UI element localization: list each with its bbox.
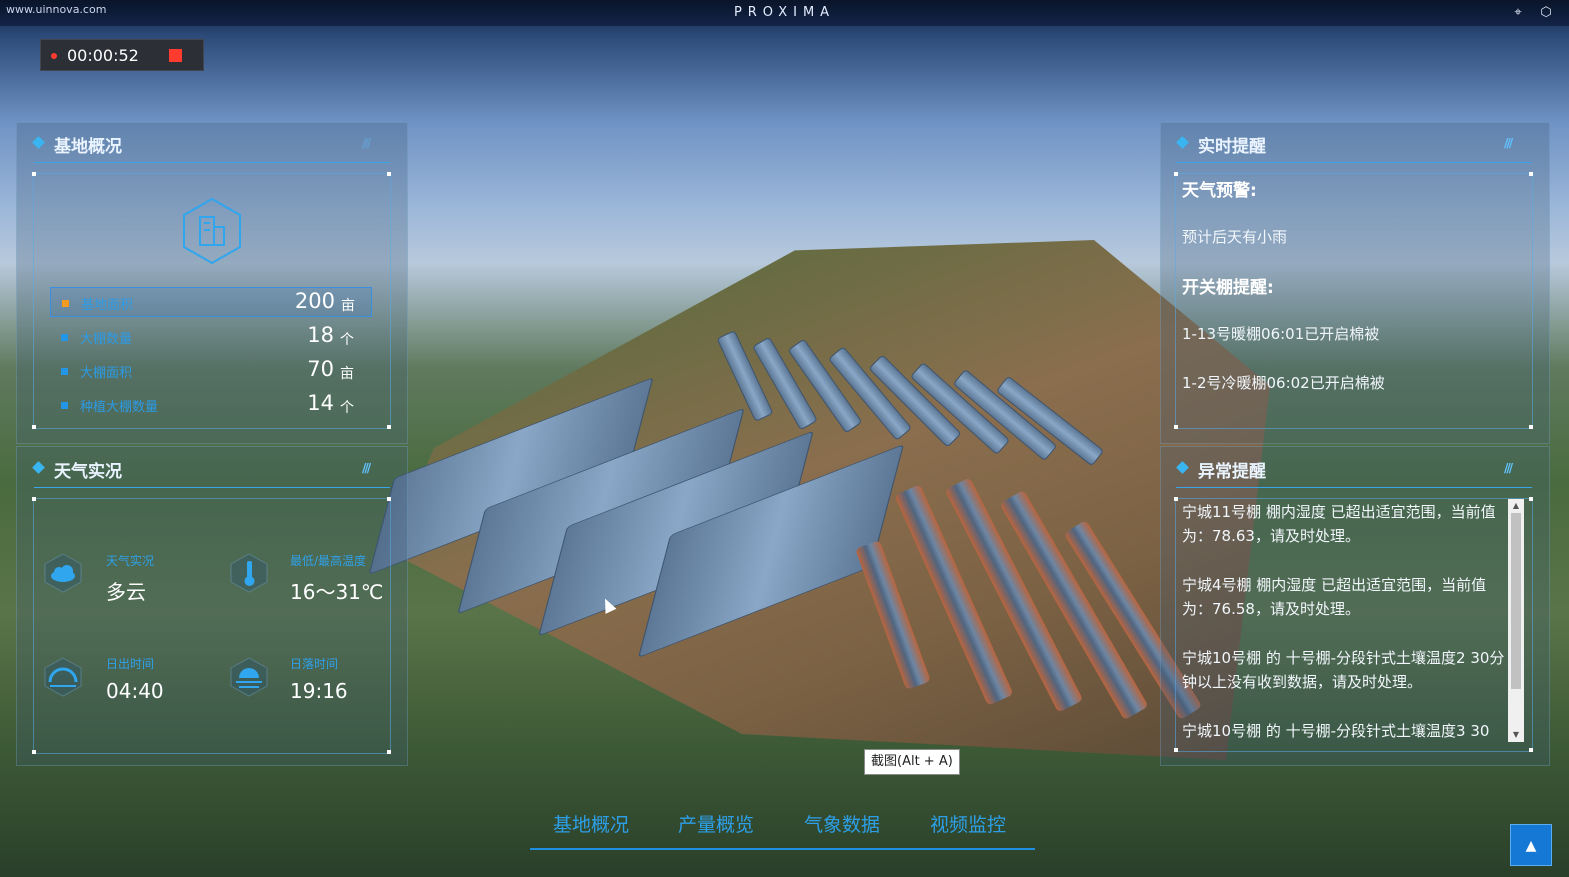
nav-underline xyxy=(530,848,1035,850)
overview-row-unit: 个 xyxy=(340,400,354,416)
overview-row-label: 大棚数量 xyxy=(80,332,133,347)
nav-tab-yield[interactable]: 产量概览 xyxy=(678,810,754,837)
overview-row-value: 18 xyxy=(307,323,334,347)
cloud-icon xyxy=(44,553,82,593)
recording-time: 00:00:52 xyxy=(67,46,139,65)
weather-label: 天气实况 xyxy=(106,554,155,568)
corner-marker xyxy=(1529,425,1533,429)
abnormal-item: 宁城10号棚 的 十号棚-分段针式土壤温度3 30 xyxy=(1182,722,1490,740)
corner-marker xyxy=(1529,172,1533,176)
screen-recorder: 00:00:52 xyxy=(40,39,204,71)
shed-switch-item: 1-2号冷暖棚06:02已开启棉被 xyxy=(1182,374,1385,392)
corner-marker xyxy=(32,750,36,754)
nav-tab-weather[interactable]: 气象数据 xyxy=(804,810,880,837)
abnormal-item: 宁城4号棚 棚内湿度 已超出适宜范围，当前值为：76.58，请及时处理。 xyxy=(1182,576,1487,618)
overview-title: 基地概况 xyxy=(54,137,122,157)
overview-row-unit: 亩 xyxy=(341,298,355,314)
corner-marker xyxy=(387,750,391,754)
weather-title: 天气实况 xyxy=(54,462,122,482)
location-pin-icon[interactable]: ⌖ xyxy=(1510,5,1526,21)
stop-recording-button[interactable] xyxy=(169,49,182,62)
building-icon xyxy=(183,197,241,265)
overview-row-shed-area[interactable]: 大棚面积 70 亩 xyxy=(50,356,372,386)
screenshot-tooltip: 截图(Alt + A) xyxy=(864,749,960,775)
scroll-to-top-button[interactable]: ▲ xyxy=(1510,824,1552,866)
nav-tab-overview[interactable]: 基地概况 xyxy=(553,810,629,837)
shed-switch-heading: 开关棚提醒: xyxy=(1182,278,1274,298)
corner-marker xyxy=(387,425,391,429)
brand-title: PROXIMA xyxy=(733,5,836,20)
corner-marker xyxy=(387,172,391,176)
scroll-up-arrow-icon[interactable]: ▲ xyxy=(1508,499,1524,513)
abnormal-alerts-title: 异常提醒 xyxy=(1198,462,1266,482)
corner-marker xyxy=(1529,748,1533,752)
overview-row-value: 200 xyxy=(294,289,335,313)
realtime-alerts-title: 实时提醒 xyxy=(1198,137,1266,157)
bullet-icon xyxy=(62,300,69,307)
title-underline xyxy=(1176,162,1532,163)
scroll-down-arrow-icon[interactable]: ▼ xyxy=(1508,728,1524,742)
title-underline xyxy=(34,487,390,488)
sunset-value: 19:16 xyxy=(290,679,348,703)
corner-marker xyxy=(387,497,391,501)
sunset-icon xyxy=(230,657,268,697)
top-bar: www.uinnova.com PROXIMA ⌖ ⬡ xyxy=(0,0,1569,26)
sunrise-icon xyxy=(44,657,82,697)
corner-marker xyxy=(1174,172,1178,176)
slash-decor-icon: /// xyxy=(1504,136,1513,150)
overview-row-base-area[interactable]: 基地面积 200 亩 xyxy=(50,287,372,317)
weather-value: 多云 xyxy=(106,580,146,604)
overview-row-label: 大棚面积 xyxy=(80,366,133,381)
corner-marker xyxy=(1174,425,1178,429)
bullet-icon xyxy=(61,368,68,375)
temperature-label: 最低/最高温度 xyxy=(290,554,367,568)
corner-marker xyxy=(1174,748,1178,752)
slash-decor-icon: /// xyxy=(1504,461,1513,475)
title-underline xyxy=(1176,487,1532,488)
bullet-icon xyxy=(61,334,68,341)
overview-row-shed-count[interactable]: 大棚数量 18 个 xyxy=(50,322,372,352)
cube-icon[interactable]: ⬡ xyxy=(1538,5,1554,21)
weather-warning-text: 预计后天有小雨 xyxy=(1182,228,1288,246)
scrollbar-thumb[interactable] xyxy=(1511,513,1521,689)
overview-row-value: 70 xyxy=(307,357,334,381)
corner-marker xyxy=(32,425,36,429)
thermometer-icon xyxy=(230,553,268,593)
shed-switch-item: 1-13号暖棚06:01已开启棉被 xyxy=(1182,325,1380,343)
temperature-value: 16～31℃ xyxy=(290,580,384,604)
slash-decor-icon: /// xyxy=(362,461,371,475)
corner-marker xyxy=(32,497,36,501)
slash-decor-icon: /// xyxy=(362,136,371,150)
sunset-label: 日落时间 xyxy=(290,657,339,671)
abnormal-scrollbar[interactable]: ▲ ▼ xyxy=(1508,499,1524,742)
weather-box xyxy=(33,498,391,754)
overview-row-unit: 个 xyxy=(340,332,354,348)
overview-row-value: 14 xyxy=(307,391,334,415)
weather-warning-heading: 天气预警: xyxy=(1182,181,1257,201)
bullet-icon xyxy=(61,402,68,409)
abnormal-item: 宁城11号棚 棚内湿度 已超出适宜范围，当前值为：78.63，请及时处理。 xyxy=(1182,503,1496,545)
overview-row-label: 基地面积 xyxy=(81,298,134,313)
overview-row-label: 种植大棚数量 xyxy=(80,400,159,415)
corner-marker xyxy=(1529,497,1533,501)
caret-up-icon: ▲ xyxy=(1525,838,1537,854)
nav-tab-video[interactable]: 视频监控 xyxy=(930,810,1006,837)
sunrise-label: 日出时间 xyxy=(106,657,155,671)
overview-row-unit: 亩 xyxy=(340,366,354,382)
corner-marker xyxy=(32,172,36,176)
abnormal-list[interactable]: 宁城11号棚 棚内湿度 已超出适宜范围，当前值为：78.63，请及时处理。 宁城… xyxy=(1176,500,1506,740)
recording-indicator xyxy=(51,53,57,59)
abnormal-item: 宁城10号棚 的 十号棚-分段针式土壤温度2 30分钟以上没有收到数据，请及时处… xyxy=(1182,649,1505,691)
overview-row-planted-sheds[interactable]: 种植大棚数量 14 个 xyxy=(50,390,372,420)
title-underline xyxy=(34,162,390,163)
sunrise-value: 04:40 xyxy=(106,679,164,703)
